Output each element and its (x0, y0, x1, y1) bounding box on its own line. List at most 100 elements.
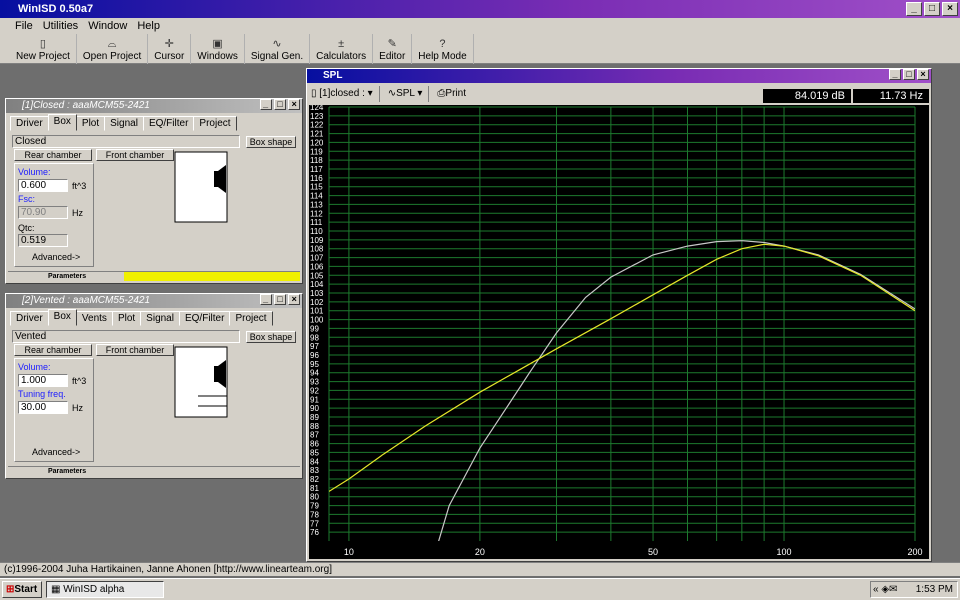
toolbar-windows-button[interactable]: ▣ Windows (191, 34, 245, 64)
close-button[interactable]: × (288, 294, 300, 305)
close-button[interactable]: × (288, 99, 300, 110)
advanced-button[interactable]: Advanced-> (32, 252, 80, 262)
box-diagram (174, 346, 228, 418)
box-shape-button[interactable]: Box shape (246, 331, 296, 343)
tuning-unit: Hz (72, 403, 83, 413)
front-chamber-button[interactable]: Front chamber (96, 149, 174, 161)
tab-box[interactable]: Box (47, 309, 77, 326)
tab-plot[interactable]: Plot (75, 116, 106, 131)
tab-box[interactable]: Box (47, 114, 77, 131)
toolbar-new-project-button[interactable]: ▯ New Project (10, 34, 77, 64)
close-button[interactable]: × (942, 2, 958, 16)
taskbar-item-winisd[interactable]: ▦ WinISD alpha (46, 581, 164, 598)
tray-icons: « ◈✉ (873, 584, 898, 595)
start-button[interactable]: ⊞Start (2, 581, 42, 598)
toolbar-calculators-button[interactable]: ± Calculators (310, 34, 374, 64)
clock: 1:53 PM (915, 584, 953, 595)
graph-select[interactable]: ∿SPL ▾ (388, 86, 430, 102)
toolbar-cursor-button[interactable]: ✛ Cursor (148, 34, 192, 64)
menu-utilities[interactable]: Utilities (38, 18, 83, 34)
advanced-button[interactable]: Advanced-> (32, 447, 80, 457)
toolbar-label: Signal Gen. (250, 51, 304, 62)
y-tick-label: 116 (310, 174, 323, 183)
x-tick-label: 20 (475, 547, 485, 557)
y-tick-label: 97 (310, 342, 319, 351)
maximize-button[interactable]: □ (274, 99, 286, 110)
y-tick-label: 95 (310, 360, 319, 369)
volume-input[interactable]: 1.000 (18, 374, 68, 387)
rear-chamber-button[interactable]: Rear chamber (14, 149, 92, 161)
parameters-label: Parameters (48, 273, 87, 280)
fsc-field: 70.90 (18, 206, 68, 219)
y-tick-label: 122 (310, 121, 324, 130)
front-chamber-button[interactable]: Front chamber (96, 344, 174, 356)
toolbar-open-project-button[interactable]: ⌓ Open Project (77, 34, 149, 64)
windows-icon: ▣ (212, 38, 223, 50)
tab-eq-filter[interactable]: EQ/Filter (142, 116, 195, 131)
close-button[interactable]: × (917, 69, 929, 80)
tab-eq-filter[interactable]: EQ/Filter (178, 311, 231, 326)
toolbar-label: New Project (16, 51, 70, 62)
new-project-icon: ▯ (39, 38, 46, 50)
closed-box-window: [1]Closed : aaaMCM55-2421 _ □ × Driver Box… (5, 98, 303, 284)
y-tick-label: 111 (310, 218, 323, 227)
box-type-field: Vented (12, 330, 240, 343)
y-tick-label: 109 (310, 236, 324, 245)
tab-plot[interactable]: Plot (111, 311, 142, 326)
toolbar: ▯ New Project ⌓ Open Project ✛ Cursor ▣ Windows… (0, 34, 960, 64)
print-button[interactable]: ⎙Print (437, 86, 466, 102)
y-tick-label: 102 (310, 298, 324, 307)
spl-chart-area[interactable]: 76 77 78 79 80 81 82 83 84 85 86 87 88 89 90 91 92 93 94 95… (309, 103, 929, 559)
menu-help[interactable]: Help (132, 18, 165, 34)
volume-label: Volume: (18, 362, 51, 372)
menu-file[interactable]: File (10, 18, 38, 34)
y-tick-label: 87 (310, 431, 319, 440)
tab-driver[interactable]: Driver (10, 311, 49, 326)
y-tick-label: 105 (310, 271, 324, 280)
qtc-field: 0.519 (18, 234, 68, 247)
toolbar-label: Open Project (82, 51, 142, 62)
rear-chamber-button[interactable]: Rear chamber (14, 344, 92, 356)
toolbar-signal-gen-button[interactable]: ∿ Signal Gen. (245, 34, 311, 64)
y-tick-label: 78 (310, 510, 319, 519)
maximize-button[interactable]: □ (274, 294, 286, 305)
y-tick-label: 110 (310, 227, 323, 236)
toolbar-editor-button[interactable]: ✎ Editor (373, 34, 413, 64)
y-tick-label: 84 (310, 457, 319, 466)
toolbar-label: Calculators (316, 51, 367, 62)
tab-signal[interactable]: Signal (140, 311, 180, 326)
y-tick-label: 120 (310, 138, 324, 147)
toolbar-label: Editor (379, 51, 406, 62)
tab-vents[interactable]: Vents (75, 311, 113, 326)
minimize-button[interactable]: _ (260, 99, 272, 110)
menu-window[interactable]: Window (83, 18, 132, 34)
toolbar-help-mode-button[interactable]: ? Help Mode (412, 34, 474, 64)
app-icon: ▦ (51, 584, 61, 595)
tuning-input[interactable]: 30.00 (18, 401, 68, 414)
box-shape-button[interactable]: Box shape (246, 136, 296, 148)
tab-project[interactable]: Project (193, 116, 237, 131)
y-tick-label: 90 (310, 404, 319, 413)
y-tick-label: 80 (310, 493, 319, 502)
y-tick-label: 83 (310, 466, 319, 475)
signal-gen-icon: ∿ (272, 38, 282, 50)
y-tick-label: 85 (310, 448, 319, 457)
y-tick-label: 81 (310, 484, 319, 493)
minimize-button[interactable]: _ (889, 69, 901, 80)
project-select[interactable]: ▯ [1]closed : ▾ (311, 86, 380, 102)
minimize-button[interactable]: _ (906, 2, 922, 16)
y-tick-label: 121 (310, 130, 324, 139)
volume-input[interactable]: 0.600 (18, 179, 68, 192)
tab-driver[interactable]: Driver (10, 116, 49, 131)
tab-project[interactable]: Project (229, 311, 273, 326)
box-type-field: Closed (12, 135, 240, 148)
y-tick-label: 98 (310, 333, 319, 342)
app-title-bar: WinISD 0.50a7 _ □ × (0, 0, 960, 18)
minimize-button[interactable]: _ (260, 294, 272, 305)
x-tick-label: 100 (777, 547, 792, 557)
tab-signal[interactable]: Signal (104, 116, 144, 131)
x-tick-label: 50 (648, 547, 658, 557)
cursor-icon: ✛ (164, 38, 174, 50)
maximize-button[interactable]: □ (924, 2, 940, 16)
maximize-button[interactable]: □ (903, 69, 915, 80)
